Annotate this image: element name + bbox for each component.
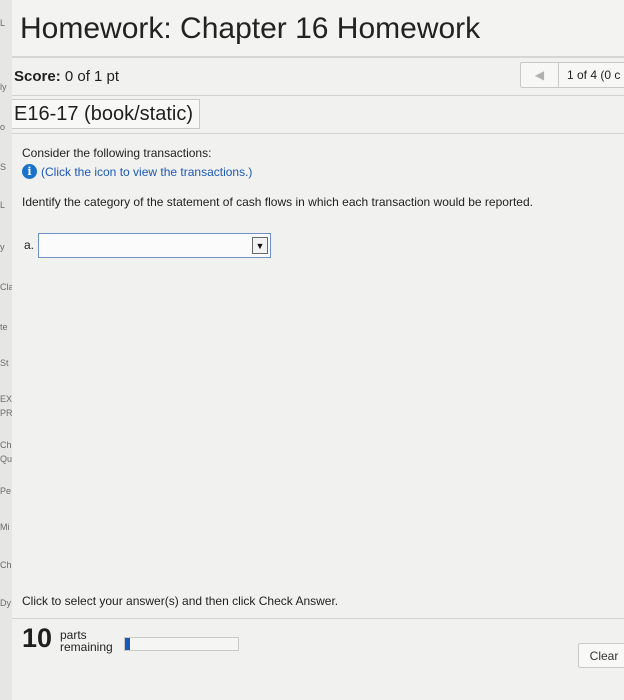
sidebar-fragment: Pe (0, 486, 12, 496)
parts-progress-bar (124, 637, 239, 651)
sidebar-fragment: Dy (0, 598, 11, 608)
question-position[interactable]: 1 of 4 (0 c (567, 68, 620, 82)
score-row: Score: 0 of 1 pt ◀ 1 of 4 (0 c (12, 58, 624, 96)
main-panel: Homework: Chapter 16 Homework Score: 0 o… (12, 0, 624, 700)
previous-question-button[interactable]: ◀ (521, 63, 559, 87)
question-id: E16-17 (book/static) (12, 99, 200, 129)
sidebar-fragment: te (0, 322, 8, 332)
question-instruction: Identify the category of the statement o… (22, 195, 533, 209)
sidebar-fragment: o (0, 122, 6, 132)
score-label: Score: (14, 68, 61, 85)
sidebar-fragment: Qu (0, 454, 12, 464)
sidebar-fragment: Ch (0, 560, 12, 570)
sidebar-fragment: St (0, 358, 9, 368)
dropdown-arrow-icon[interactable]: ▼ (252, 237, 268, 254)
page-title: Homework: Chapter 16 Homework (20, 12, 481, 45)
parts-label-line2: remaining (60, 640, 113, 654)
question-header: E16-17 (book/static) (12, 96, 624, 134)
sidebar-fragment: ly (0, 82, 7, 92)
clear-button[interactable]: Clear (578, 643, 624, 668)
question-intro: Consider the following transactions: (22, 146, 212, 160)
score-value: 0 of 1 pt (64, 68, 120, 85)
info-icon[interactable]: i (22, 164, 37, 179)
question-navigator: ◀ 1 of 4 (0 c (520, 62, 624, 88)
title-bar: Homework: Chapter 16 Homework (12, 0, 624, 58)
part-a-dropdown[interactable]: ▼ (38, 233, 271, 258)
part-a-label: a. (24, 238, 35, 252)
parts-remaining-count: 10 (22, 623, 53, 653)
sidebar-fragment: L (0, 200, 6, 210)
sidebar-fragment: EX (0, 394, 12, 404)
bottom-bar: 10 parts remaining Clear (12, 618, 624, 700)
view-transactions-link[interactable]: (Click the icon to view the transactions… (41, 165, 252, 179)
page: Lly o S Ly Cla te St EX PR Ch Qu Pe Mi Ch Dy Homework:… (0, 0, 624, 700)
parts-remaining-label: parts remaining (60, 629, 113, 653)
score-display: Score: 0 of 1 pt (14, 68, 119, 85)
left-sidebar-fragments: Lly o S Ly Cla te St EX PR Ch Qu Pe Mi Ch Dy (0, 0, 12, 700)
parts-progress-fill (125, 638, 130, 650)
answer-instruction: Click to select your answer(s) and then … (22, 594, 339, 608)
sidebar-fragment: Cla (0, 282, 12, 292)
sidebar-fragment: PR (0, 408, 12, 418)
sidebar-fragment: y (0, 242, 5, 252)
info-line: i (Click the icon to view the transactio… (22, 164, 252, 179)
left-triangle-icon: ◀ (534, 68, 545, 82)
sidebar-fragment: Ch (0, 440, 12, 450)
sidebar-fragment: S (0, 162, 7, 172)
sidebar-fragment: L (0, 18, 6, 28)
sidebar-fragment: Mi (0, 522, 10, 532)
